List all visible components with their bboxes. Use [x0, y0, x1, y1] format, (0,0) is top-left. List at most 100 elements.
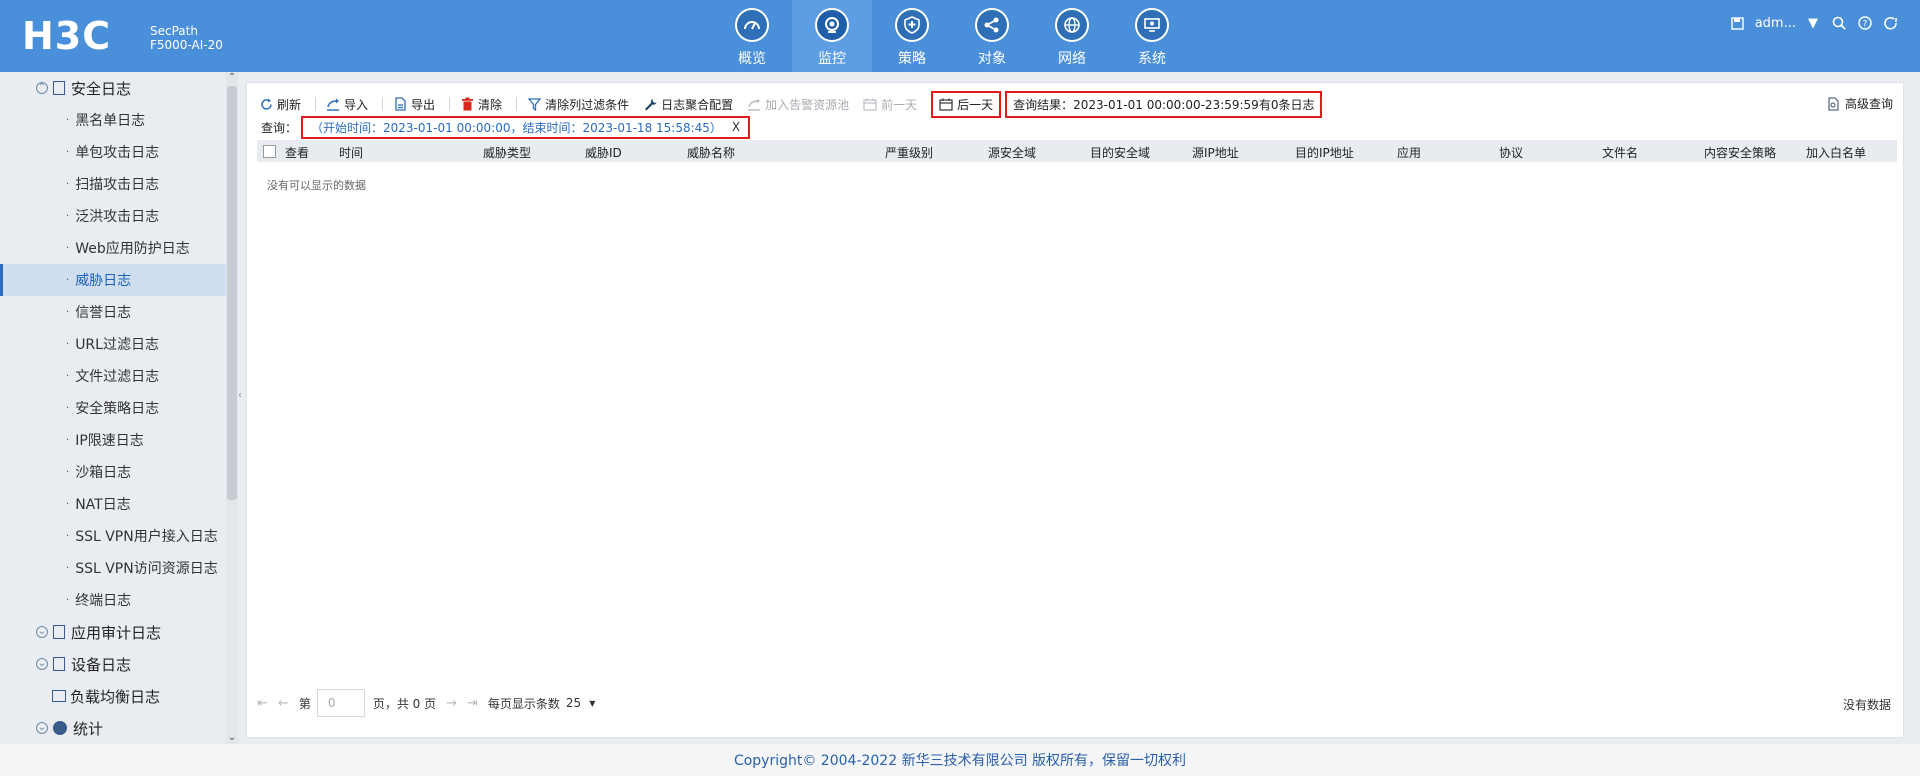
column-header[interactable]: 威胁类型 [483, 144, 531, 161]
bullet-icon: · [66, 146, 70, 158]
expand-icon[interactable]: ⌄ [36, 626, 48, 638]
sidebar-group-device-log[interactable]: ⌄ 设备日志 [0, 648, 226, 680]
log-icon [53, 81, 65, 95]
column-header[interactable]: 时间 [339, 144, 363, 161]
advanced-query-button[interactable]: 高级查询 [1827, 95, 1893, 112]
trash-icon [460, 97, 474, 111]
sidebar-group-security-log[interactable]: ⌃ 安全日志 [0, 72, 226, 104]
expand-icon[interactable]: ⌄ [36, 722, 48, 734]
refresh-button[interactable]: 刷新 [259, 96, 301, 113]
page-size-select[interactable]: 25 ▼ [566, 696, 595, 710]
nav-policy[interactable]: 策略 [872, 0, 952, 72]
first-page-icon[interactable]: ⇤ [257, 696, 268, 711]
nav-overview[interactable]: 概览 [712, 0, 792, 72]
query-condition-tag[interactable]: （开始时间：2023-01-01 00:00:00，结束时间：2023-01-1… [301, 115, 751, 139]
scroll-down-icon[interactable]: ⌄ [227, 732, 237, 744]
sidebar-item-threat-log[interactable]: · 威胁日志 [0, 264, 226, 296]
prev-day-button[interactable]: 前一天 [863, 96, 917, 113]
import-button[interactable]: 导入 [326, 96, 368, 113]
nav-network[interactable]: 网络 [1032, 0, 1112, 72]
column-header[interactable]: 查看 [285, 144, 309, 161]
bullet-icon: · [66, 274, 70, 286]
sidebar-item-flood-attack-log[interactable]: · 泛洪攻击日志 [0, 200, 226, 232]
next-page-icon[interactable]: → [446, 696, 457, 711]
close-icon[interactable]: X [732, 120, 740, 134]
column-header[interactable]: 威胁ID [585, 144, 622, 161]
search-icon[interactable] [1830, 14, 1848, 32]
collapse-icon[interactable]: ⌃ [36, 82, 48, 94]
sidebar-item-file-filter-log[interactable]: · 文件过滤日志 [0, 360, 226, 392]
export-button[interactable]: 导出 [393, 96, 435, 113]
divider [382, 97, 384, 111]
sidebar-item-url-filter-log[interactable]: · URL过滤日志 [0, 328, 226, 360]
sidebar-item-waf-log[interactable]: · Web应用防护日志 [0, 232, 226, 264]
user-dropdown-icon[interactable]: ▼ [1804, 14, 1822, 32]
sidebar-item-label: SSL VPN用户接入日志 [75, 529, 218, 545]
sidebar-group-statistics[interactable]: ⌄ 统计 [0, 712, 226, 744]
sidebar-item-single-packet-log[interactable]: · 单包攻击日志 [0, 136, 226, 168]
nav-label: 概览 [738, 51, 766, 67]
next-day-button[interactable]: 后一天 [931, 90, 1002, 118]
sidebar-item-sandbox-log[interactable]: · 沙箱日志 [0, 456, 226, 488]
sidebar-item-reputation-log[interactable]: · 信誉日志 [0, 296, 226, 328]
column-header[interactable]: 内容安全策略 [1704, 144, 1776, 161]
sidebar-scrollbar[interactable]: ⌃ ⌄ [226, 72, 238, 744]
add-alert-pool-label: 加入告警资源池 [765, 97, 850, 112]
sidebar-item-sslvpn-access-log[interactable]: · SSL VPN用户接入日志 [0, 520, 226, 552]
nav-system[interactable]: 系统 [1112, 0, 1192, 72]
column-header[interactable]: 文件名 [1602, 144, 1638, 161]
expand-icon[interactable]: ⌄ [36, 658, 48, 670]
log-aggregation-button[interactable]: 日志聚合配置 [643, 96, 733, 113]
system-icon [1135, 8, 1169, 42]
divider [449, 97, 451, 111]
column-header[interactable]: 源安全域 [988, 144, 1036, 161]
list-icon [52, 690, 66, 702]
column-header[interactable]: 目的安全域 [1090, 144, 1150, 161]
add-alert-pool-button[interactable]: 加入告警资源池 [747, 96, 849, 113]
sidebar-group-app-audit-log[interactable]: ⌄ 应用审计日志 [0, 616, 226, 648]
sidebar-item-ip-rate-limit-log[interactable]: · IP限速日志 [0, 424, 226, 456]
divider [315, 97, 317, 111]
column-header[interactable]: 应用 [1397, 144, 1421, 161]
nav-object[interactable]: 对象 [952, 0, 1032, 72]
nav-label: 系统 [1138, 51, 1166, 67]
sidebar-item-load-balance-log[interactable]: 负载均衡日志 [0, 680, 226, 712]
query-result-text: 查询结果：2023-01-01 00:00:00-23:59:59有0条日志 [1005, 90, 1323, 118]
sidebar-item-terminal-log[interactable]: · 终端日志 [0, 584, 226, 616]
select-all-checkbox[interactable] [263, 145, 276, 158]
empty-table-message: 没有可以显示的数据 [267, 179, 366, 192]
sidebar-item-security-policy-log[interactable]: · 安全策略日志 [0, 392, 226, 424]
user-name[interactable]: adm... [1755, 16, 1796, 31]
save-icon[interactable] [1729, 14, 1747, 32]
page-number-input[interactable]: 0 [316, 689, 365, 717]
column-header[interactable]: 威胁名称 [687, 144, 735, 161]
column-header[interactable]: 协议 [1499, 144, 1523, 161]
last-page-icon[interactable]: ⇥ [467, 696, 478, 711]
column-header[interactable]: 严重级别 [885, 144, 933, 161]
column-header[interactable]: 源IP地址 [1192, 144, 1239, 161]
share-icon [975, 8, 1009, 42]
bullet-icon: · [66, 530, 70, 542]
bullet-icon: · [66, 498, 70, 510]
sidebar-item-blacklist-log[interactable]: · 黑名单日志 [0, 104, 226, 136]
column-header[interactable]: 目的IP地址 [1295, 144, 1354, 161]
bullet-icon: · [66, 562, 70, 574]
nav-monitor[interactable]: 监控 [792, 0, 872, 72]
pagination: ⇤ ← 第 0 页，共 0 页 → ⇥ 每页显示条数 25 ▼ 没有数据 [257, 689, 1897, 717]
scroll-thumb[interactable] [227, 86, 237, 500]
clear-filters-button[interactable]: 清除列过滤条件 [527, 96, 629, 113]
scroll-up-icon[interactable]: ⌃ [227, 72, 237, 84]
sidebar-item-label: 威胁日志 [75, 273, 132, 289]
prev-page-icon[interactable]: ← [278, 696, 289, 711]
clear-button[interactable]: 清除 [460, 96, 502, 113]
help-icon[interactable]: ? [1856, 14, 1874, 32]
sidebar-item-nat-log[interactable]: · NAT日志 [0, 488, 226, 520]
column-header[interactable]: 加入白名单 [1806, 144, 1866, 161]
sidebar-collapse-handle[interactable]: ‹ [238, 390, 244, 430]
sidebar-item-scan-attack-log[interactable]: · 扫描攻击日志 [0, 168, 226, 200]
table-header: 查看 时间 威胁类型 威胁ID 威胁名称 严重级别 源安全域 目的安全域 源IP… [257, 140, 1897, 162]
sidebar-item-sslvpn-resource-log[interactable]: · SSL VPN访问资源日志 [0, 552, 226, 584]
logout-icon[interactable] [1882, 14, 1900, 32]
sidebar-group-label: 负载均衡日志 [70, 687, 161, 706]
dropdown-caret-icon: ▼ [589, 698, 596, 708]
